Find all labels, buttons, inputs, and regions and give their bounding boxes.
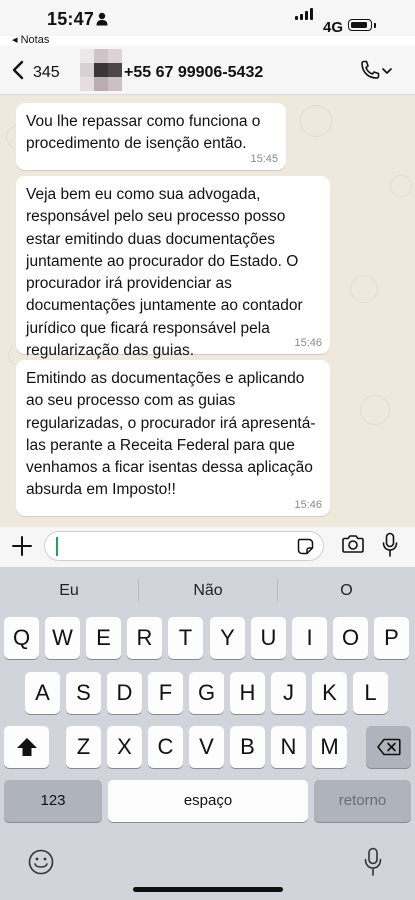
- back-to-app-link[interactable]: ◂ Notas: [12, 33, 49, 46]
- message-bubble[interactable]: Vou lhe repassar como funciona o procedi…: [16, 103, 286, 170]
- return-key[interactable]: retorno: [314, 780, 411, 822]
- doodle: [300, 105, 332, 137]
- key-v[interactable]: V: [189, 726, 224, 768]
- phone-icon[interactable]: [358, 60, 394, 82]
- key-c[interactable]: C: [148, 726, 183, 768]
- suggestion-1[interactable]: Eu: [0, 575, 138, 607]
- dictation-mic-icon[interactable]: [364, 847, 382, 877]
- key-a[interactable]: A: [25, 672, 60, 714]
- message-time: 15:46: [294, 499, 322, 511]
- key-p[interactable]: P: [374, 617, 409, 659]
- message-time: 15:46: [294, 337, 322, 349]
- doodle: [360, 395, 390, 425]
- key-s[interactable]: S: [66, 672, 101, 714]
- key-q[interactable]: Q: [4, 617, 39, 659]
- doodle: [390, 175, 412, 197]
- key-t[interactable]: T: [168, 617, 203, 659]
- key-b[interactable]: B: [230, 726, 265, 768]
- message-text: Vou lhe repassar como funciona o procedi…: [26, 113, 261, 153]
- key-m[interactable]: M: [312, 726, 347, 768]
- key-d[interactable]: D: [107, 672, 142, 714]
- key-u[interactable]: U: [251, 617, 286, 659]
- space-key[interactable]: espaço: [108, 780, 308, 822]
- chat-header: 345 +55 67 99906-5432: [0, 46, 415, 95]
- key-e[interactable]: E: [86, 617, 121, 659]
- shift-key[interactable]: [4, 726, 49, 768]
- suggestion-3[interactable]: O: [278, 575, 415, 607]
- chevron-down-icon: [382, 68, 392, 74]
- key-f[interactable]: F: [148, 672, 183, 714]
- message-bubble[interactable]: Emitindo as documentações e aplicando ao…: [16, 360, 330, 516]
- delete-key[interactable]: [366, 726, 411, 768]
- key-k[interactable]: K: [312, 672, 347, 714]
- plus-icon[interactable]: [11, 535, 33, 557]
- status-time: 15:47: [47, 9, 95, 29]
- network-label: 4G: [323, 19, 344, 36]
- unread-count[interactable]: 345: [33, 64, 60, 82]
- text-caret: [56, 537, 58, 556]
- person-icon: [96, 12, 108, 26]
- key-z[interactable]: Z: [66, 726, 101, 768]
- key-y[interactable]: Y: [210, 617, 245, 659]
- camera-icon[interactable]: [341, 534, 365, 554]
- shift-icon: [16, 738, 37, 756]
- avatar[interactable]: [80, 49, 122, 91]
- contact-name[interactable]: +55 67 99906-5432: [124, 64, 263, 82]
- microphone-icon[interactable]: [382, 532, 398, 558]
- key-j[interactable]: J: [271, 672, 306, 714]
- battery-icon: [348, 19, 372, 31]
- keyboard: Eu Não O Q W E R T Y U I O P A S D F G H…: [0, 567, 415, 900]
- message-input[interactable]: [44, 531, 324, 561]
- status-bar: 15:47 4G ◂ Notas: [0, 0, 415, 46]
- sticker-icon[interactable]: [297, 538, 314, 555]
- message-input-bar: [0, 527, 415, 567]
- key-n[interactable]: N: [271, 726, 306, 768]
- suggestion-2[interactable]: Não: [139, 575, 277, 607]
- message-text: Emitindo as documentações e aplicando ao…: [26, 370, 316, 499]
- chat-area[interactable]: Vou lhe repassar como funciona o procedi…: [0, 95, 415, 527]
- backspace-icon: [376, 738, 401, 756]
- message-text: Veja bem eu como sua advogada, responsáv…: [26, 186, 303, 360]
- key-r[interactable]: R: [127, 617, 162, 659]
- emoji-icon[interactable]: [27, 848, 55, 876]
- key-h[interactable]: H: [230, 672, 265, 714]
- battery-tip: [374, 23, 376, 28]
- message-bubble[interactable]: Veja bem eu como sua advogada, responsáv…: [16, 176, 330, 359]
- doodle: [350, 275, 378, 303]
- numbers-key[interactable]: 123: [4, 780, 102, 822]
- chevron-left-icon[interactable]: [10, 60, 26, 80]
- key-o[interactable]: O: [333, 617, 368, 659]
- home-indicator: [133, 887, 283, 892]
- key-i[interactable]: I: [292, 617, 327, 659]
- key-w[interactable]: W: [45, 617, 80, 659]
- key-g[interactable]: G: [189, 672, 224, 714]
- key-l[interactable]: L: [353, 672, 388, 714]
- message-time: 15:45: [250, 153, 278, 165]
- key-x[interactable]: X: [107, 726, 142, 768]
